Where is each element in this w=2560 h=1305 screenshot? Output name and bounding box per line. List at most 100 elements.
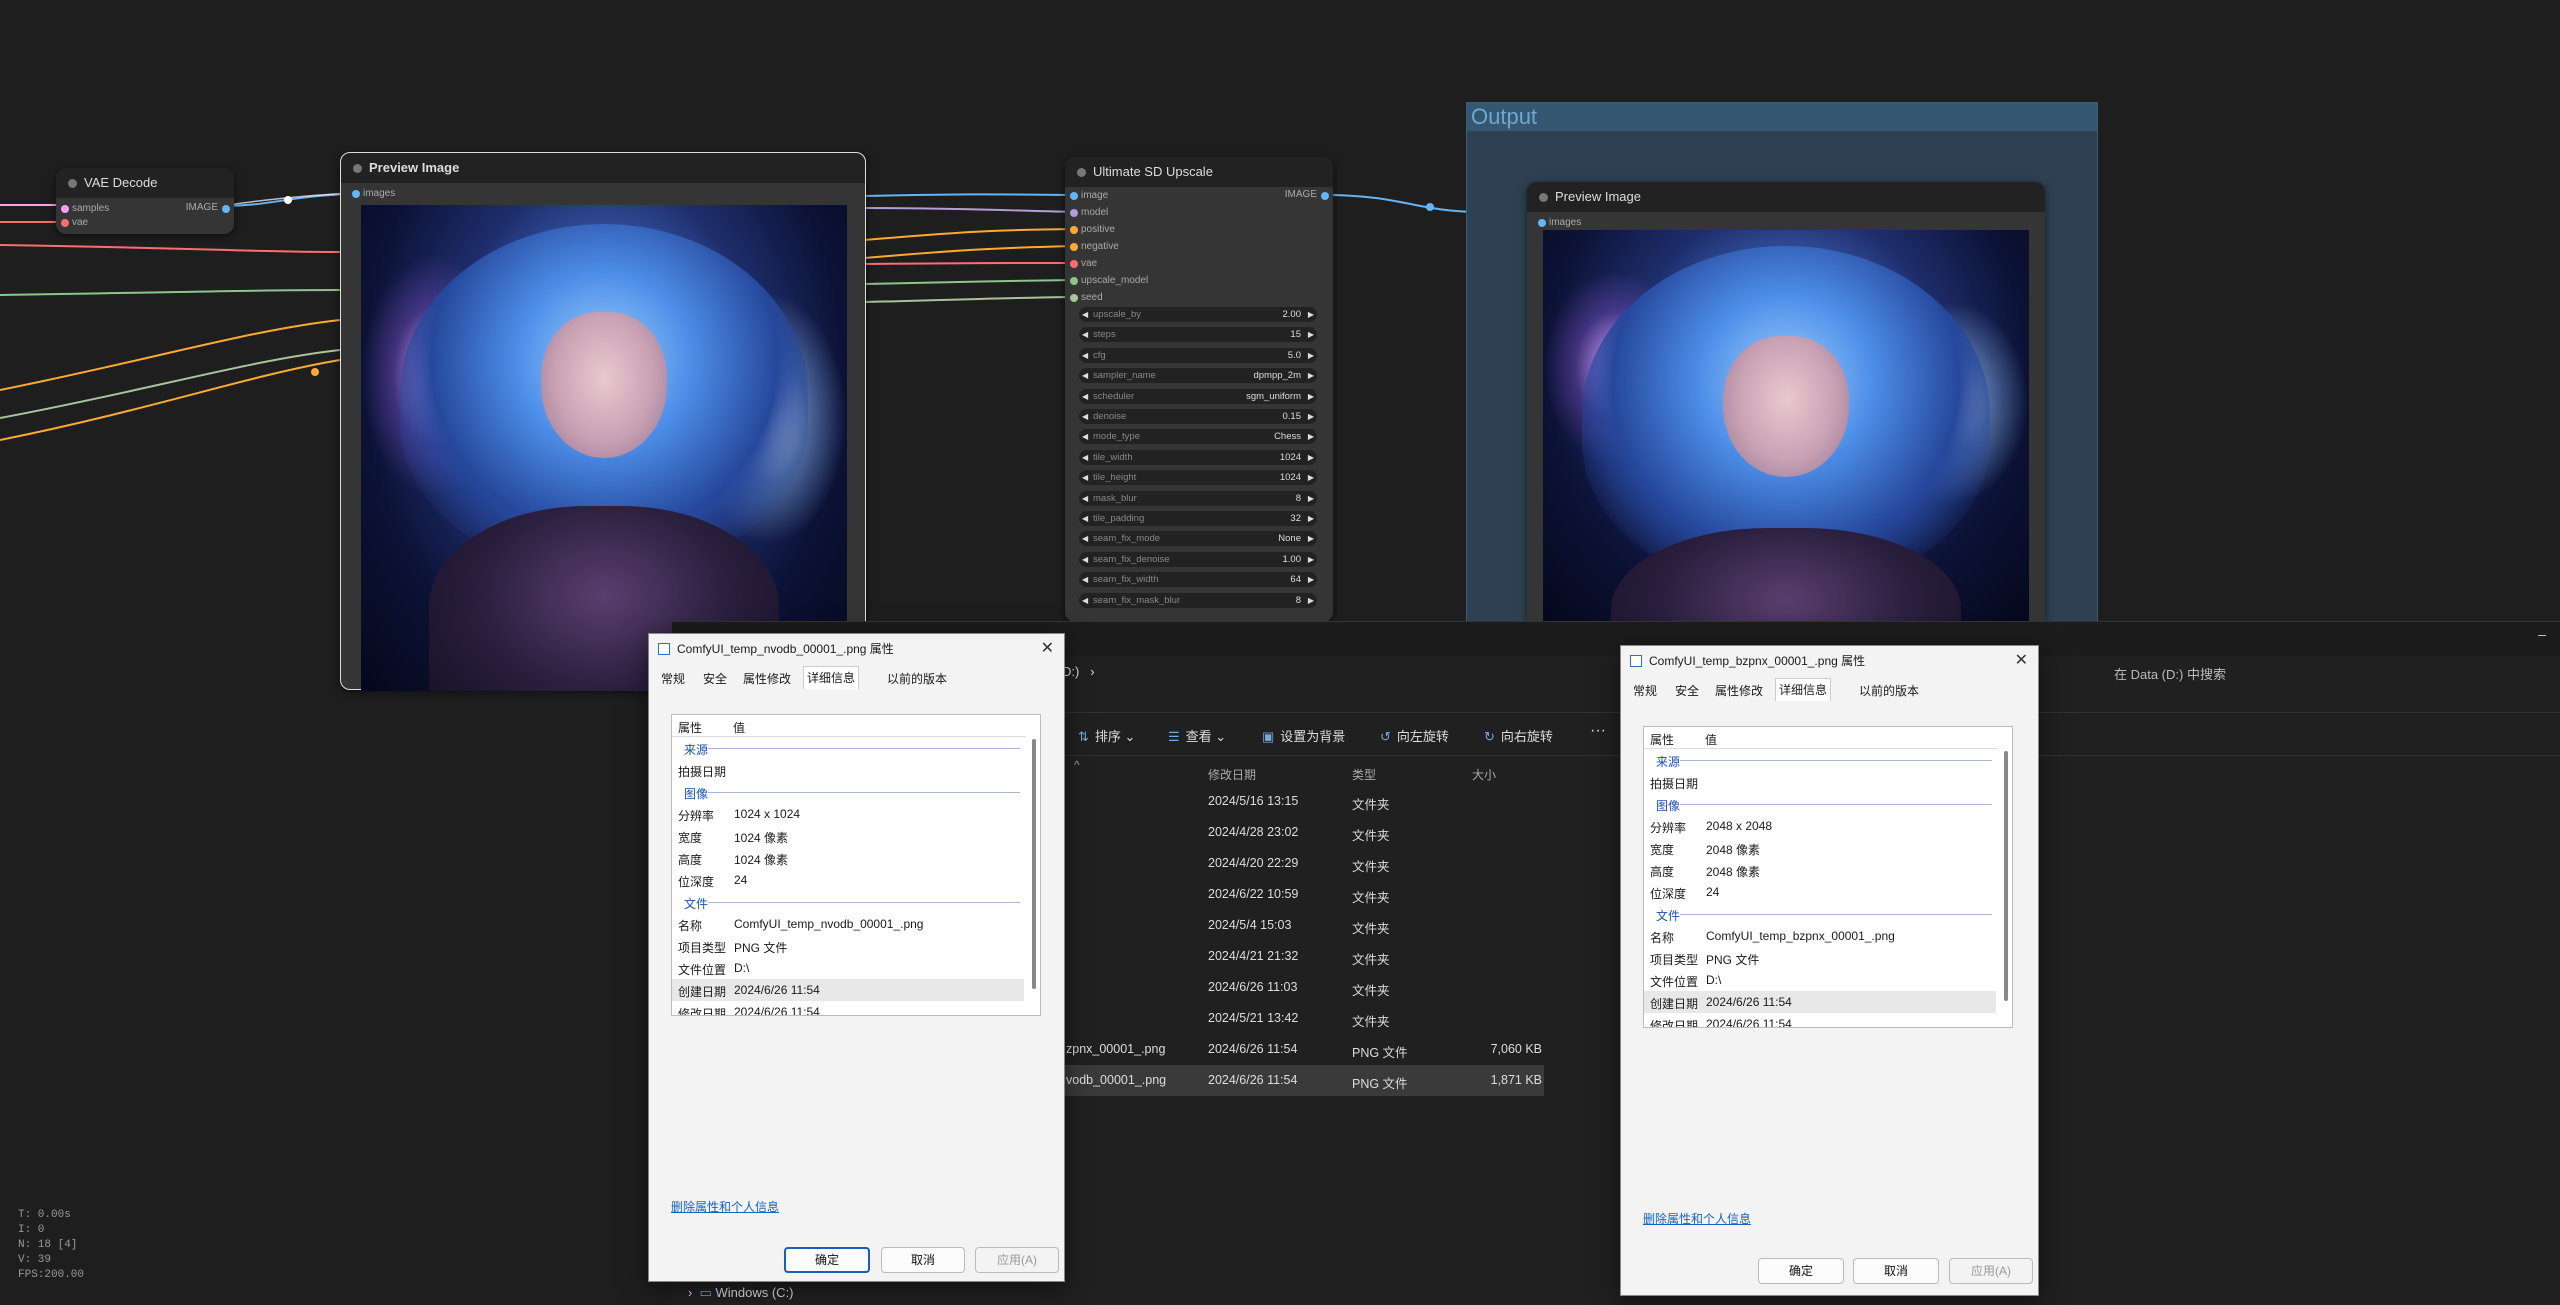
apply-button[interactable]: 应用(A) <box>1949 1258 2033 1284</box>
decrement-arrow-icon[interactable]: ◀ <box>1082 593 1088 608</box>
set-background-button[interactable]: ▣ 设置为背景 <box>1262 726 1345 745</box>
tab-general[interactable]: 常规 <box>661 670 685 687</box>
property-row[interactable]: 项目类型 PNG 文件 <box>672 935 1024 957</box>
view-button[interactable]: ☰ 查看 ⌄ <box>1168 726 1226 745</box>
input-vae[interactable]: vae <box>1070 257 1097 271</box>
cancel-button[interactable]: 取消 <box>881 1247 965 1273</box>
widget-scheduler[interactable]: ◀ scheduler sgm_uniform ▶ <box>1079 388 1317 404</box>
close-icon[interactable]: ✕ <box>1041 634 1054 664</box>
collapse-dot[interactable] <box>1077 168 1086 177</box>
remove-properties-link[interactable]: 删除属性和个人信息 <box>671 1198 779 1215</box>
node-title[interactable]: Ultimate SD Upscale <box>1065 157 1333 187</box>
decrement-arrow-icon[interactable]: ◀ <box>1082 348 1088 363</box>
input-model[interactable]: model <box>1070 206 1108 220</box>
increment-arrow-icon[interactable]: ▶ <box>1308 593 1314 608</box>
collapse-dot[interactable] <box>68 179 77 188</box>
ultimate-sd-upscale-node[interactable]: Ultimate SD Upscale image model positive… <box>1065 157 1333 622</box>
decrement-arrow-icon[interactable]: ◀ <box>1082 491 1088 506</box>
increment-arrow-icon[interactable]: ▶ <box>1308 368 1314 383</box>
property-row[interactable]: 分辨率 2048 x 2048 <box>1644 815 1996 837</box>
search-box[interactable]: 在 Data (D:) 中搜索 <box>2114 664 2226 683</box>
node-title[interactable]: VAE Decode <box>56 168 234 198</box>
remove-properties-link[interactable]: 删除属性和个人信息 <box>1643 1210 1751 1227</box>
scrollbar[interactable] <box>2002 751 2010 1023</box>
tab-property-edit[interactable]: 属性修改 <box>743 670 791 687</box>
widget-mode-type[interactable]: ◀ mode_type Chess ▶ <box>1079 429 1317 445</box>
widget-denoise[interactable]: ◀ denoise 0.15 ▶ <box>1079 409 1317 424</box>
widget-tile-height[interactable]: ◀ tile_height 1024 ▶ <box>1079 470 1317 486</box>
increment-arrow-icon[interactable]: ▶ <box>1308 470 1314 485</box>
tab-details[interactable]: 详细信息 <box>1775 678 1832 701</box>
property-row[interactable]: 分辨率 1024 x 1024 <box>672 803 1024 825</box>
properties-dialog-right[interactable]: ComfyUI_temp_bzpnx_00001_.png 属性 ✕ 常规 安全 … <box>1620 645 2039 1296</box>
property-row[interactable]: 修改日期 2024/6/26 11:54 <box>672 1001 1024 1015</box>
minimize-icon[interactable]: – <box>2538 626 2546 642</box>
collapse-dot[interactable] <box>1539 193 1548 202</box>
tab-property-edit[interactable]: 属性修改 <box>1715 682 1763 699</box>
widget-sampler-name[interactable]: ◀ sampler_name dpmpp_2m ▶ <box>1079 368 1317 384</box>
property-row[interactable]: 位深度 24 <box>1644 881 1996 903</box>
decrement-arrow-icon[interactable]: ◀ <box>1082 368 1088 383</box>
increment-arrow-icon[interactable]: ▶ <box>1308 429 1314 444</box>
property-row[interactable]: 高度 2048 像素 <box>1644 859 1996 881</box>
preview-image-node-left[interactable]: Preview Image images <box>340 152 866 691</box>
more-button[interactable]: ··· <box>1590 722 1606 740</box>
dialog-titlebar[interactable]: ComfyUI_temp_bzpnx_00001_.png 属性 ✕ <box>1621 646 2038 676</box>
property-row[interactable]: 位深度 24 <box>672 869 1024 891</box>
widget-seam-fix-mask-blur[interactable]: ◀ seam_fix_mask_blur 8 ▶ <box>1079 592 1317 608</box>
tab-security[interactable]: 安全 <box>703 670 727 687</box>
widget-seam-fix-denoise[interactable]: ◀ seam_fix_denoise 1.00 ▶ <box>1079 551 1317 567</box>
decrement-arrow-icon[interactable]: ◀ <box>1082 307 1088 322</box>
rotate-right-button[interactable]: ↻ 向右旋转 <box>1484 726 1553 745</box>
input-images[interactable]: images <box>1538 216 1581 230</box>
properties-dialog-left[interactable]: ComfyUI_temp_nvodb_00001_.png 属性 ✕ 常规 安全 … <box>648 633 1065 1282</box>
details-panel[interactable]: 属性值 来源 拍摄日期 图像 分辨率 1024 x 1024 宽度 1024 像素 高度 102… <box>671 714 1041 1016</box>
widget-tile-padding[interactable]: ◀ tile_padding 32 ▶ <box>1079 511 1317 526</box>
increment-arrow-icon[interactable]: ▶ <box>1308 491 1314 506</box>
decrement-arrow-icon[interactable]: ◀ <box>1082 531 1088 546</box>
property-row[interactable]: 文件位置 D:\ <box>672 957 1024 979</box>
property-row[interactable]: 拍摄日期 <box>672 759 1024 781</box>
ok-button[interactable]: 确定 <box>784 1247 870 1273</box>
increment-arrow-icon[interactable]: ▶ <box>1308 572 1314 587</box>
property-row[interactable]: 修改日期 2024/6/26 11:54 <box>1644 1013 1996 1027</box>
input-negative[interactable]: negative <box>1070 240 1119 254</box>
decrement-arrow-icon[interactable]: ◀ <box>1082 511 1088 526</box>
increment-arrow-icon[interactable]: ▶ <box>1308 348 1314 363</box>
ok-button[interactable]: 确定 <box>1758 1258 1844 1284</box>
increment-arrow-icon[interactable]: ▶ <box>1308 327 1314 342</box>
input-images[interactable]: images <box>352 187 395 201</box>
property-row[interactable]: 创建日期 2024/6/26 11:54 <box>1644 991 1996 1013</box>
decrement-arrow-icon[interactable]: ◀ <box>1082 429 1088 444</box>
input-upscale-model[interactable]: upscale_model <box>1070 274 1148 288</box>
property-row[interactable]: 拍摄日期 <box>1644 771 1996 793</box>
rotate-left-button[interactable]: ↺ 向左旋转 <box>1380 726 1449 745</box>
increment-arrow-icon[interactable]: ▶ <box>1308 511 1314 526</box>
collapse-dot[interactable] <box>353 164 362 173</box>
increment-arrow-icon[interactable]: ▶ <box>1308 409 1314 424</box>
widget-upscale-by[interactable]: ◀ upscale_by 2.00 ▶ <box>1079 307 1317 322</box>
widget-steps[interactable]: ◀ steps 15 ▶ <box>1079 327 1317 343</box>
tab-details[interactable]: 详细信息 <box>803 666 860 689</box>
dialog-titlebar[interactable]: ComfyUI_temp_nvodb_00001_.png 属性 ✕ <box>649 634 1064 664</box>
close-icon[interactable]: ✕ <box>2015 646 2028 676</box>
output-image[interactable]: IMAGE <box>186 202 230 213</box>
output-image[interactable]: IMAGE <box>1285 189 1329 200</box>
property-row[interactable]: 项目类型 PNG 文件 <box>1644 947 1996 969</box>
vae-decode-node[interactable]: VAE Decode samples vae IMAGE <box>56 168 234 234</box>
property-row[interactable]: 创建日期 2024/6/26 11:54 <box>672 979 1024 1001</box>
widget-mask-blur[interactable]: ◀ mask_blur 8 ▶ <box>1079 490 1317 506</box>
increment-arrow-icon[interactable]: ▶ <box>1308 307 1314 322</box>
tab-security[interactable]: 安全 <box>1675 682 1699 699</box>
col-type[interactable]: 类型 <box>1352 766 1376 783</box>
input-positive[interactable]: positive <box>1070 223 1115 237</box>
col-modified[interactable]: 修改日期 <box>1208 766 1256 783</box>
decrement-arrow-icon[interactable]: ◀ <box>1082 470 1088 485</box>
property-row[interactable]: 宽度 2048 像素 <box>1644 837 1996 859</box>
input-seed[interactable]: seed <box>1070 291 1103 305</box>
decrement-arrow-icon[interactable]: ◀ <box>1082 327 1088 342</box>
node-title[interactable]: Preview Image <box>341 153 865 183</box>
increment-arrow-icon[interactable]: ▶ <box>1308 552 1314 567</box>
tab-previous-versions[interactable]: 以前的版本 <box>887 670 947 687</box>
tree-item-windows-c[interactable]: › ▭ Windows (C:) <box>688 1285 794 1301</box>
